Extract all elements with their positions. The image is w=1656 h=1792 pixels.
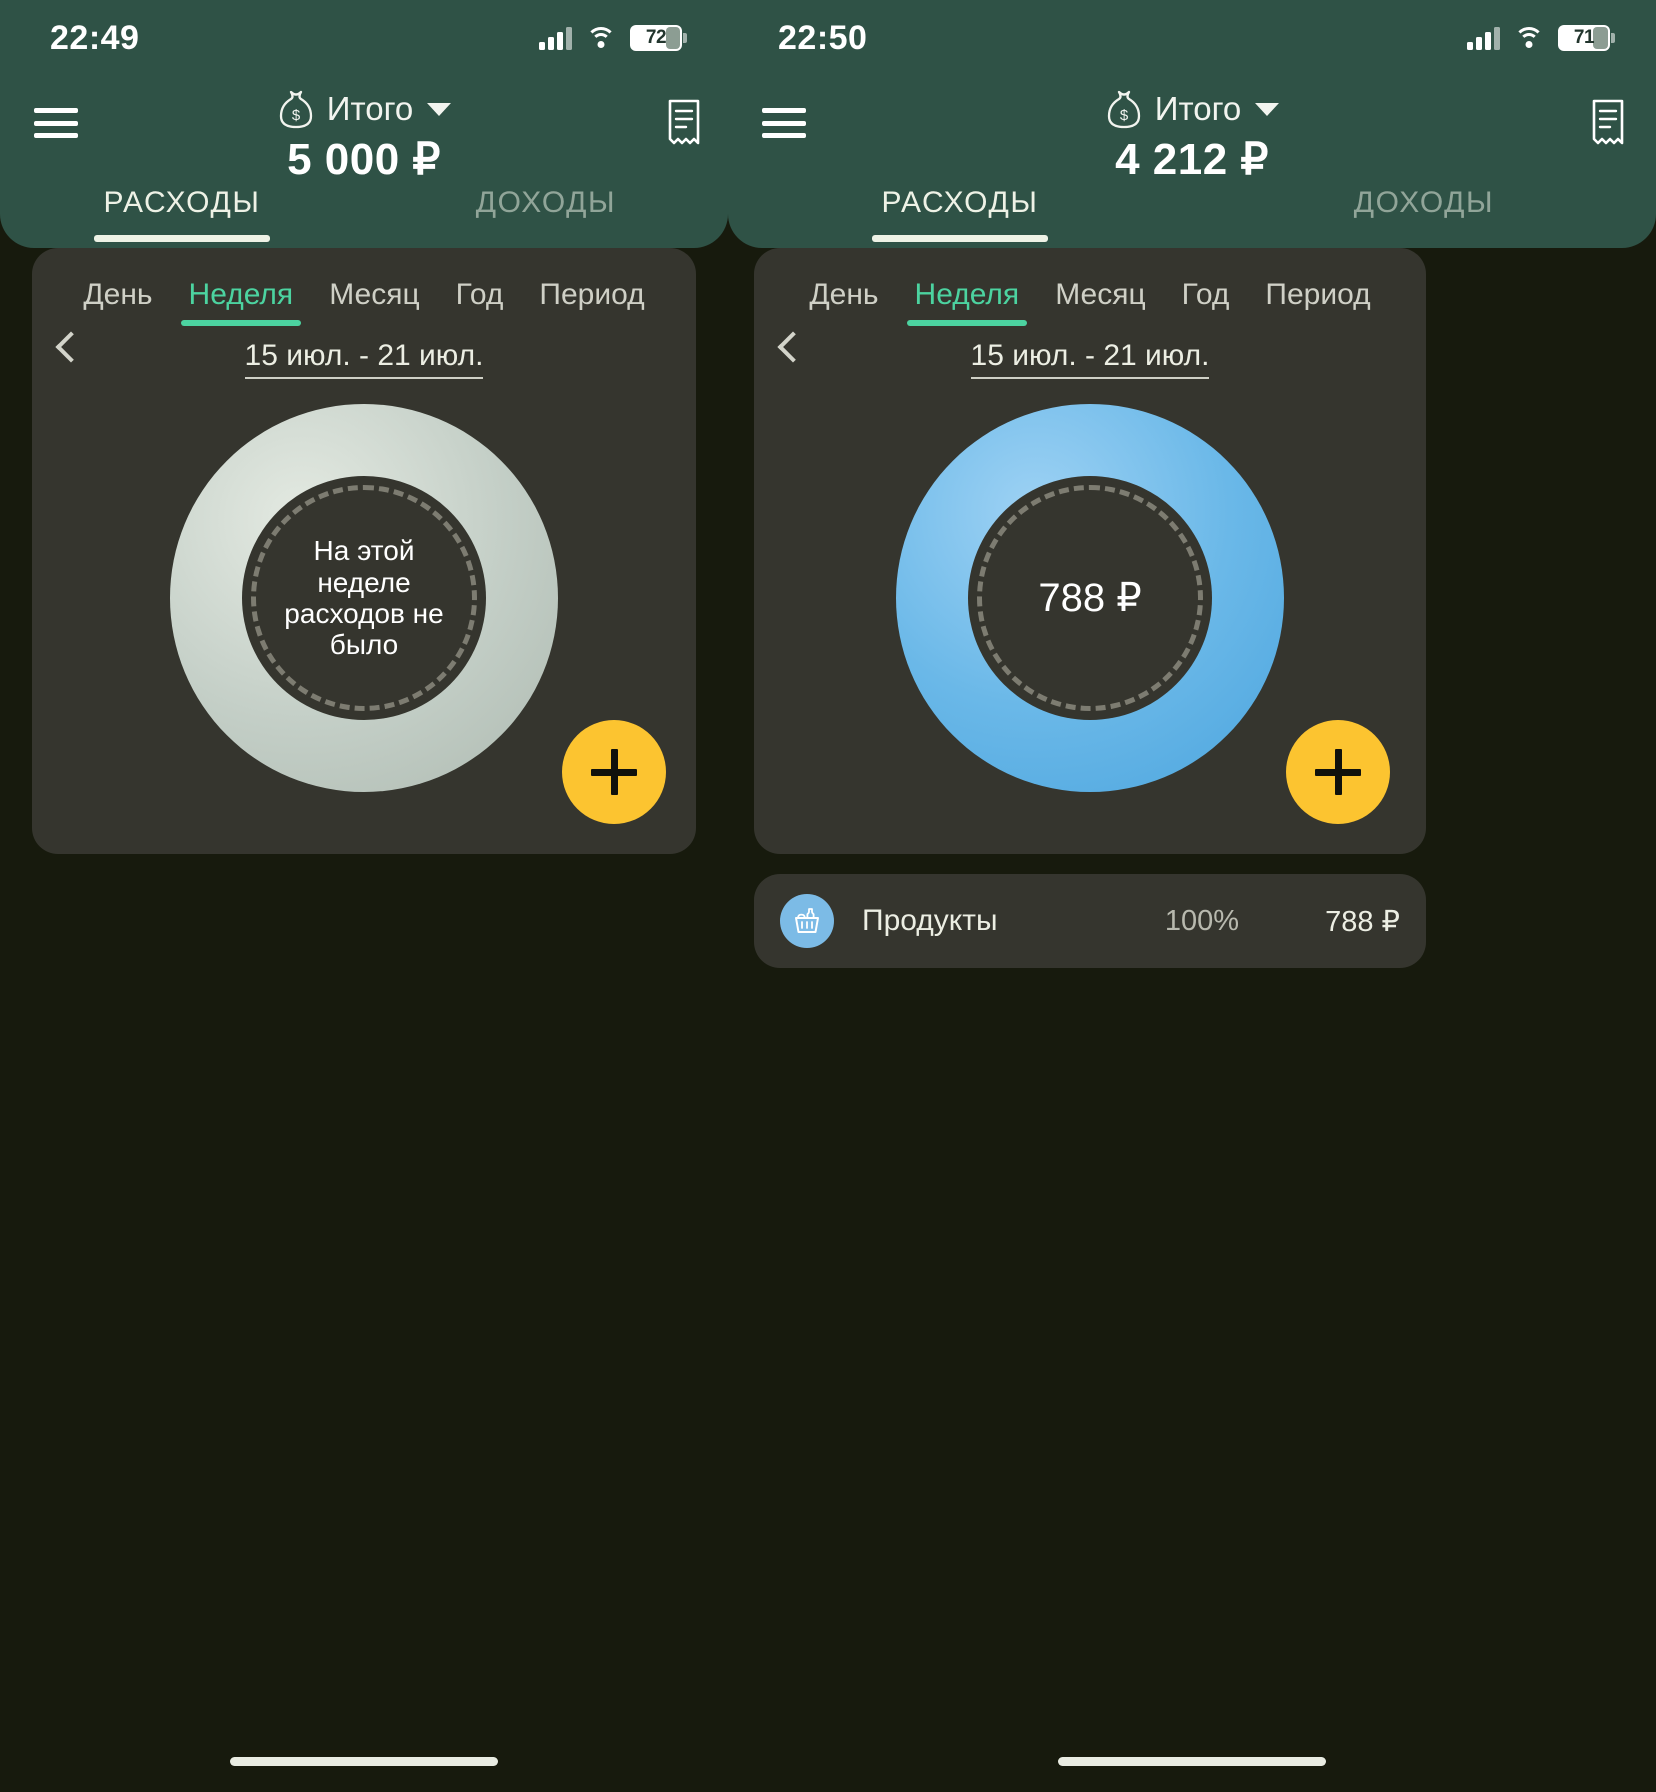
donut-center-text: 788 ₽: [1038, 575, 1142, 620]
period-tab-year[interactable]: Год: [438, 278, 522, 328]
account-label: Итого: [326, 90, 414, 127]
chevron-down-icon[interactable]: [427, 102, 452, 116]
money-bag-icon: $: [1107, 90, 1140, 129]
phone-screenshot-left: 22:49 72 $ Итого 5 000 ₽ РАСХОДЫ ДОХОДЫ …: [0, 0, 728, 1792]
donut-chart-empty[interactable]: На этой неделе расходов не было: [170, 404, 558, 792]
battery-level: 71: [1573, 27, 1595, 48]
total-amount: 4 212 ₽: [1115, 135, 1269, 184]
period-tab-month[interactable]: Месяц: [311, 278, 437, 328]
main-tabs-right: РАСХОДЫ ДОХОДЫ: [728, 182, 1656, 248]
donut-chart-expenses[interactable]: 788 ₽: [896, 404, 1284, 792]
total-amount: 5 000 ₽: [287, 135, 441, 184]
svg-text:$: $: [1120, 107, 1129, 124]
tab-expenses[interactable]: РАСХОДЫ: [728, 182, 1192, 248]
period-tab-week[interactable]: Неделя: [897, 278, 1038, 328]
status-indicators: 72: [539, 25, 687, 51]
category-list-row[interactable]: Продукты 100% 788 ₽: [754, 874, 1426, 968]
home-indicator-left: [230, 1757, 498, 1766]
period-tab-month[interactable]: Месяц: [1037, 278, 1163, 328]
period-tab-custom[interactable]: Период: [521, 278, 662, 328]
status-clock: 22:49: [50, 18, 140, 57]
period-tab-week[interactable]: Неделя: [171, 278, 312, 328]
phone-screenshot-right: 22:50 71 $ Итого 4 212 ₽ РАСХОДЫ ДОХОДЫ …: [728, 0, 1656, 1792]
category-percent: 100%: [1164, 904, 1240, 937]
plus-icon: [1315, 749, 1361, 795]
status-bar-left: 22:49 72: [0, 0, 728, 76]
date-navigator-right: 15 июл. - 21 июл.: [754, 328, 1426, 390]
add-transaction-button[interactable]: [1286, 720, 1390, 824]
account-total-block[interactable]: $ Итого 4 212 ₽: [728, 88, 1656, 185]
chevron-left-icon[interactable]: [777, 331, 809, 363]
date-range-label[interactable]: 15 июл. - 21 июл.: [244, 339, 484, 379]
status-bar-right: 22:50 71: [728, 0, 1656, 76]
cellular-signal-icon: [1467, 26, 1500, 50]
tab-expenses[interactable]: РАСХОДЫ: [0, 182, 364, 248]
status-clock: 22:50: [778, 18, 868, 57]
donut-hole: 788 ₽: [968, 476, 1212, 720]
category-amount: 788 ₽: [1325, 905, 1400, 938]
tab-incomes[interactable]: ДОХОДЫ: [1192, 182, 1656, 248]
date-navigator-left: 15 июл. - 21 июл.: [32, 328, 696, 390]
app-bar-right: $ Итого 4 212 ₽: [728, 76, 1656, 186]
svg-text:$: $: [292, 107, 301, 124]
account-label: Итого: [1154, 90, 1242, 127]
chevron-down-icon[interactable]: [1255, 102, 1280, 116]
money-bag-icon: $: [279, 90, 312, 129]
wifi-icon: [586, 27, 616, 49]
chevron-left-icon[interactable]: [55, 331, 87, 363]
battery-icon: 72: [630, 25, 687, 51]
cellular-signal-icon: [539, 26, 572, 50]
period-tabs-left: День Неделя Месяц Год Период: [32, 248, 696, 328]
period-tab-year[interactable]: Год: [1164, 278, 1248, 328]
grocery-basket-icon: [780, 894, 834, 948]
dual-screenshot-canvas: 22:49 72 $ Итого 5 000 ₽ РАСХОДЫ ДОХОДЫ …: [0, 0, 1656, 1792]
status-indicators: 71: [1467, 25, 1615, 51]
donut-hole: На этой неделе расходов не было: [242, 476, 486, 720]
app-bar-left: $ Итого 5 000 ₽: [0, 76, 728, 186]
battery-level: 72: [645, 27, 667, 48]
period-tabs-right: День Неделя Месяц Год Период: [754, 248, 1426, 328]
period-tab-day[interactable]: День: [65, 278, 170, 328]
period-tab-custom[interactable]: Период: [1247, 278, 1388, 328]
date-range-label[interactable]: 15 июл. - 21 июл.: [970, 339, 1210, 379]
period-tab-day[interactable]: День: [791, 278, 896, 328]
wifi-icon: [1514, 27, 1544, 49]
account-total-block[interactable]: $ Итого 5 000 ₽: [0, 88, 728, 185]
home-indicator-right: [1058, 1757, 1326, 1766]
battery-icon: 71: [1558, 25, 1615, 51]
donut-center-text: На этой неделе расходов не было: [284, 535, 444, 661]
plus-icon: [591, 749, 637, 795]
tab-incomes[interactable]: ДОХОДЫ: [364, 182, 728, 248]
chart-card-right: День Неделя Месяц Год Период 15 июл. - 2…: [754, 248, 1426, 854]
main-tabs-left: РАСХОДЫ ДОХОДЫ: [0, 182, 728, 248]
category-name: Продукты: [862, 904, 998, 937]
add-transaction-button[interactable]: [562, 720, 666, 824]
chart-card-left: День Неделя Месяц Год Период 15 июл. - 2…: [32, 248, 696, 854]
